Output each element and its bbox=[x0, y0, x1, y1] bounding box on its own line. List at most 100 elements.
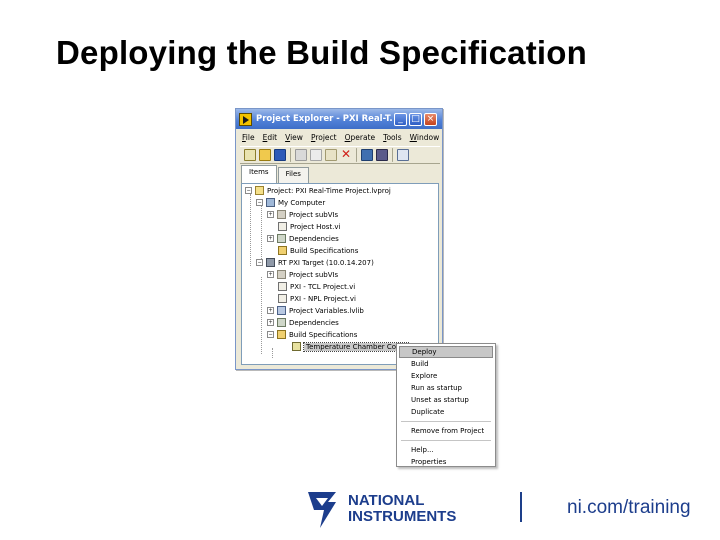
toolbar-separator bbox=[356, 148, 357, 162]
menu-item-explore[interactable]: Explore bbox=[399, 370, 493, 382]
view-options-icon[interactable] bbox=[397, 149, 409, 161]
expand-icon[interactable]: + bbox=[267, 211, 274, 218]
menu-item-duplicate[interactable]: Duplicate bbox=[399, 406, 493, 418]
tab-files[interactable]: Files bbox=[277, 167, 309, 183]
project-icon bbox=[255, 186, 264, 195]
menu-item-deploy[interactable]: Deploy bbox=[399, 346, 493, 358]
logo-text-instruments: INSTRUMENTS bbox=[348, 508, 456, 525]
tree-connector bbox=[261, 206, 262, 259]
dependencies-icon bbox=[277, 234, 286, 243]
open-folder-icon[interactable] bbox=[259, 149, 271, 161]
tree-item-dependencies[interactable]: + Dependencies bbox=[267, 233, 339, 244]
tree-item-dependencies[interactable]: + Dependencies bbox=[267, 317, 339, 328]
tree-item-build-specifications[interactable]: Build Specifications bbox=[278, 245, 358, 256]
window-title: Project Explorer - PXI Real-T... bbox=[256, 114, 392, 124]
project-tree: − Project: PXI Real-Time Project.lvproj … bbox=[241, 183, 439, 365]
menu-item-unset-as-startup[interactable]: Unset as startup bbox=[399, 394, 493, 406]
menu-item-help[interactable]: Help... bbox=[399, 444, 493, 456]
project-explorer-window: Project Explorer - PXI Real-T... _ □ × F… bbox=[235, 108, 443, 370]
tree-item-project-host-vi[interactable]: Project Host.vi bbox=[278, 221, 340, 232]
library-icon bbox=[277, 306, 286, 315]
menu-item-run-as-startup[interactable]: Run as startup bbox=[399, 382, 493, 394]
build-spec-icon bbox=[277, 330, 286, 339]
tree-item-temperature-chamber[interactable]: Temperature Chamber Contr bbox=[292, 341, 410, 352]
collapse-icon[interactable]: − bbox=[256, 199, 263, 206]
tree-item-label: PXI - TCL Project.vi bbox=[290, 282, 356, 291]
close-button[interactable]: × bbox=[424, 112, 437, 126]
collapse-icon[interactable]: − bbox=[245, 187, 252, 194]
menu-separator bbox=[401, 440, 491, 441]
build-icon[interactable] bbox=[361, 149, 373, 161]
menu-item-remove-from-project[interactable]: Remove from Project bbox=[399, 425, 493, 437]
tree-connector bbox=[272, 348, 273, 358]
national-instruments-logo: NATIONAL INSTRUMENTS bbox=[308, 492, 456, 528]
vi-icon bbox=[278, 294, 287, 303]
tree-item-label: RT PXI Target (10.0.14.207) bbox=[278, 258, 374, 267]
dependencies-icon bbox=[277, 318, 286, 327]
save-all-icon[interactable] bbox=[274, 149, 286, 161]
paste-icon[interactable] bbox=[325, 149, 337, 161]
tree-item-project-subvis[interactable]: + Project subVIs bbox=[267, 269, 338, 280]
menu-tools[interactable]: Tools bbox=[383, 133, 401, 142]
tree-item-project-subvis[interactable]: + Project subVIs bbox=[267, 209, 338, 220]
tree-item-label: Project subVIs bbox=[289, 270, 339, 279]
tree-item-pxi-npl-vi[interactable]: PXI - NPL Project.vi bbox=[278, 293, 356, 304]
tree-connector bbox=[250, 194, 251, 266]
tree-item-label: Temperature Chamber Contr bbox=[302, 341, 410, 352]
menu-item-build[interactable]: Build bbox=[399, 358, 493, 370]
menu-window[interactable]: Window bbox=[410, 133, 440, 142]
folder-icon bbox=[277, 210, 286, 219]
delete-icon[interactable]: ✕ bbox=[340, 148, 352, 161]
tree-item-my-computer[interactable]: − My Computer bbox=[256, 197, 325, 208]
menu-item-properties[interactable]: Properties bbox=[399, 456, 493, 468]
vi-icon bbox=[278, 222, 287, 231]
menu-view[interactable]: View bbox=[285, 133, 303, 142]
tree-item-label: Project Variables.lvlib bbox=[289, 306, 364, 315]
copy-icon[interactable] bbox=[310, 149, 322, 161]
tree-item-label: My Computer bbox=[278, 198, 326, 207]
context-menu: Deploy Build Explore Run as startup Unse… bbox=[396, 343, 496, 467]
tree-item-label: Project subVIs bbox=[289, 210, 339, 219]
tree-item-project-variables[interactable]: + Project Variables.lvlib bbox=[267, 305, 364, 316]
menu-edit[interactable]: Edit bbox=[263, 133, 278, 142]
expand-icon[interactable]: + bbox=[267, 307, 274, 314]
menu-project[interactable]: Project bbox=[311, 133, 337, 142]
vi-icon bbox=[278, 282, 287, 291]
expand-icon[interactable]: + bbox=[267, 235, 274, 242]
pxi-target-icon bbox=[266, 258, 275, 267]
expand-icon[interactable]: + bbox=[267, 271, 274, 278]
tree-item-project[interactable]: − Project: PXI Real-Time Project.lvproj bbox=[245, 185, 391, 196]
tree-item-build-specifications[interactable]: − Build Specifications bbox=[267, 329, 357, 340]
tree-item-label: Dependencies bbox=[289, 234, 339, 243]
tree-item-label: Project Host.vi bbox=[290, 222, 341, 231]
collapse-icon[interactable]: − bbox=[267, 331, 274, 338]
rt-app-icon bbox=[292, 342, 301, 351]
footer-divider bbox=[520, 492, 522, 522]
toolbar-separator bbox=[290, 148, 291, 162]
collapse-icon[interactable]: − bbox=[256, 259, 263, 266]
minimize-button[interactable]: _ bbox=[394, 112, 407, 126]
menu-operate[interactable]: Operate bbox=[345, 133, 376, 142]
tree-item-label: Project: PXI Real-Time Project.lvproj bbox=[267, 186, 391, 195]
tree-item-pxi-tcl-vi[interactable]: PXI - TCL Project.vi bbox=[278, 281, 355, 292]
folder-icon bbox=[277, 270, 286, 279]
tree-item-label: PXI - NPL Project.vi bbox=[290, 294, 356, 303]
tab-items[interactable]: Items bbox=[241, 165, 277, 183]
footer-url: ni.com/training bbox=[567, 497, 691, 518]
cut-icon[interactable] bbox=[295, 149, 307, 161]
maximize-button[interactable]: □ bbox=[409, 112, 422, 126]
new-file-icon[interactable] bbox=[244, 149, 256, 161]
deploy-icon[interactable] bbox=[376, 149, 388, 161]
labview-app-icon bbox=[239, 112, 252, 126]
computer-icon bbox=[266, 198, 275, 207]
menu-separator bbox=[401, 421, 491, 422]
tree-item-label: Build Specifications bbox=[290, 246, 359, 255]
menu-file[interactable]: File bbox=[242, 133, 255, 142]
build-spec-icon bbox=[278, 246, 287, 255]
expand-icon[interactable]: + bbox=[267, 319, 274, 326]
window-titlebar[interactable]: Project Explorer - PXI Real-T... _ □ × bbox=[236, 109, 442, 129]
slide-title: Deploying the Build Specification bbox=[56, 34, 587, 71]
tree-item-rt-pxi-target[interactable]: − RT PXI Target (10.0.14.207) bbox=[256, 257, 374, 268]
menu-bar: File Edit View Project Operate Tools Win… bbox=[236, 130, 442, 144]
tree-item-label: Dependencies bbox=[289, 318, 339, 327]
